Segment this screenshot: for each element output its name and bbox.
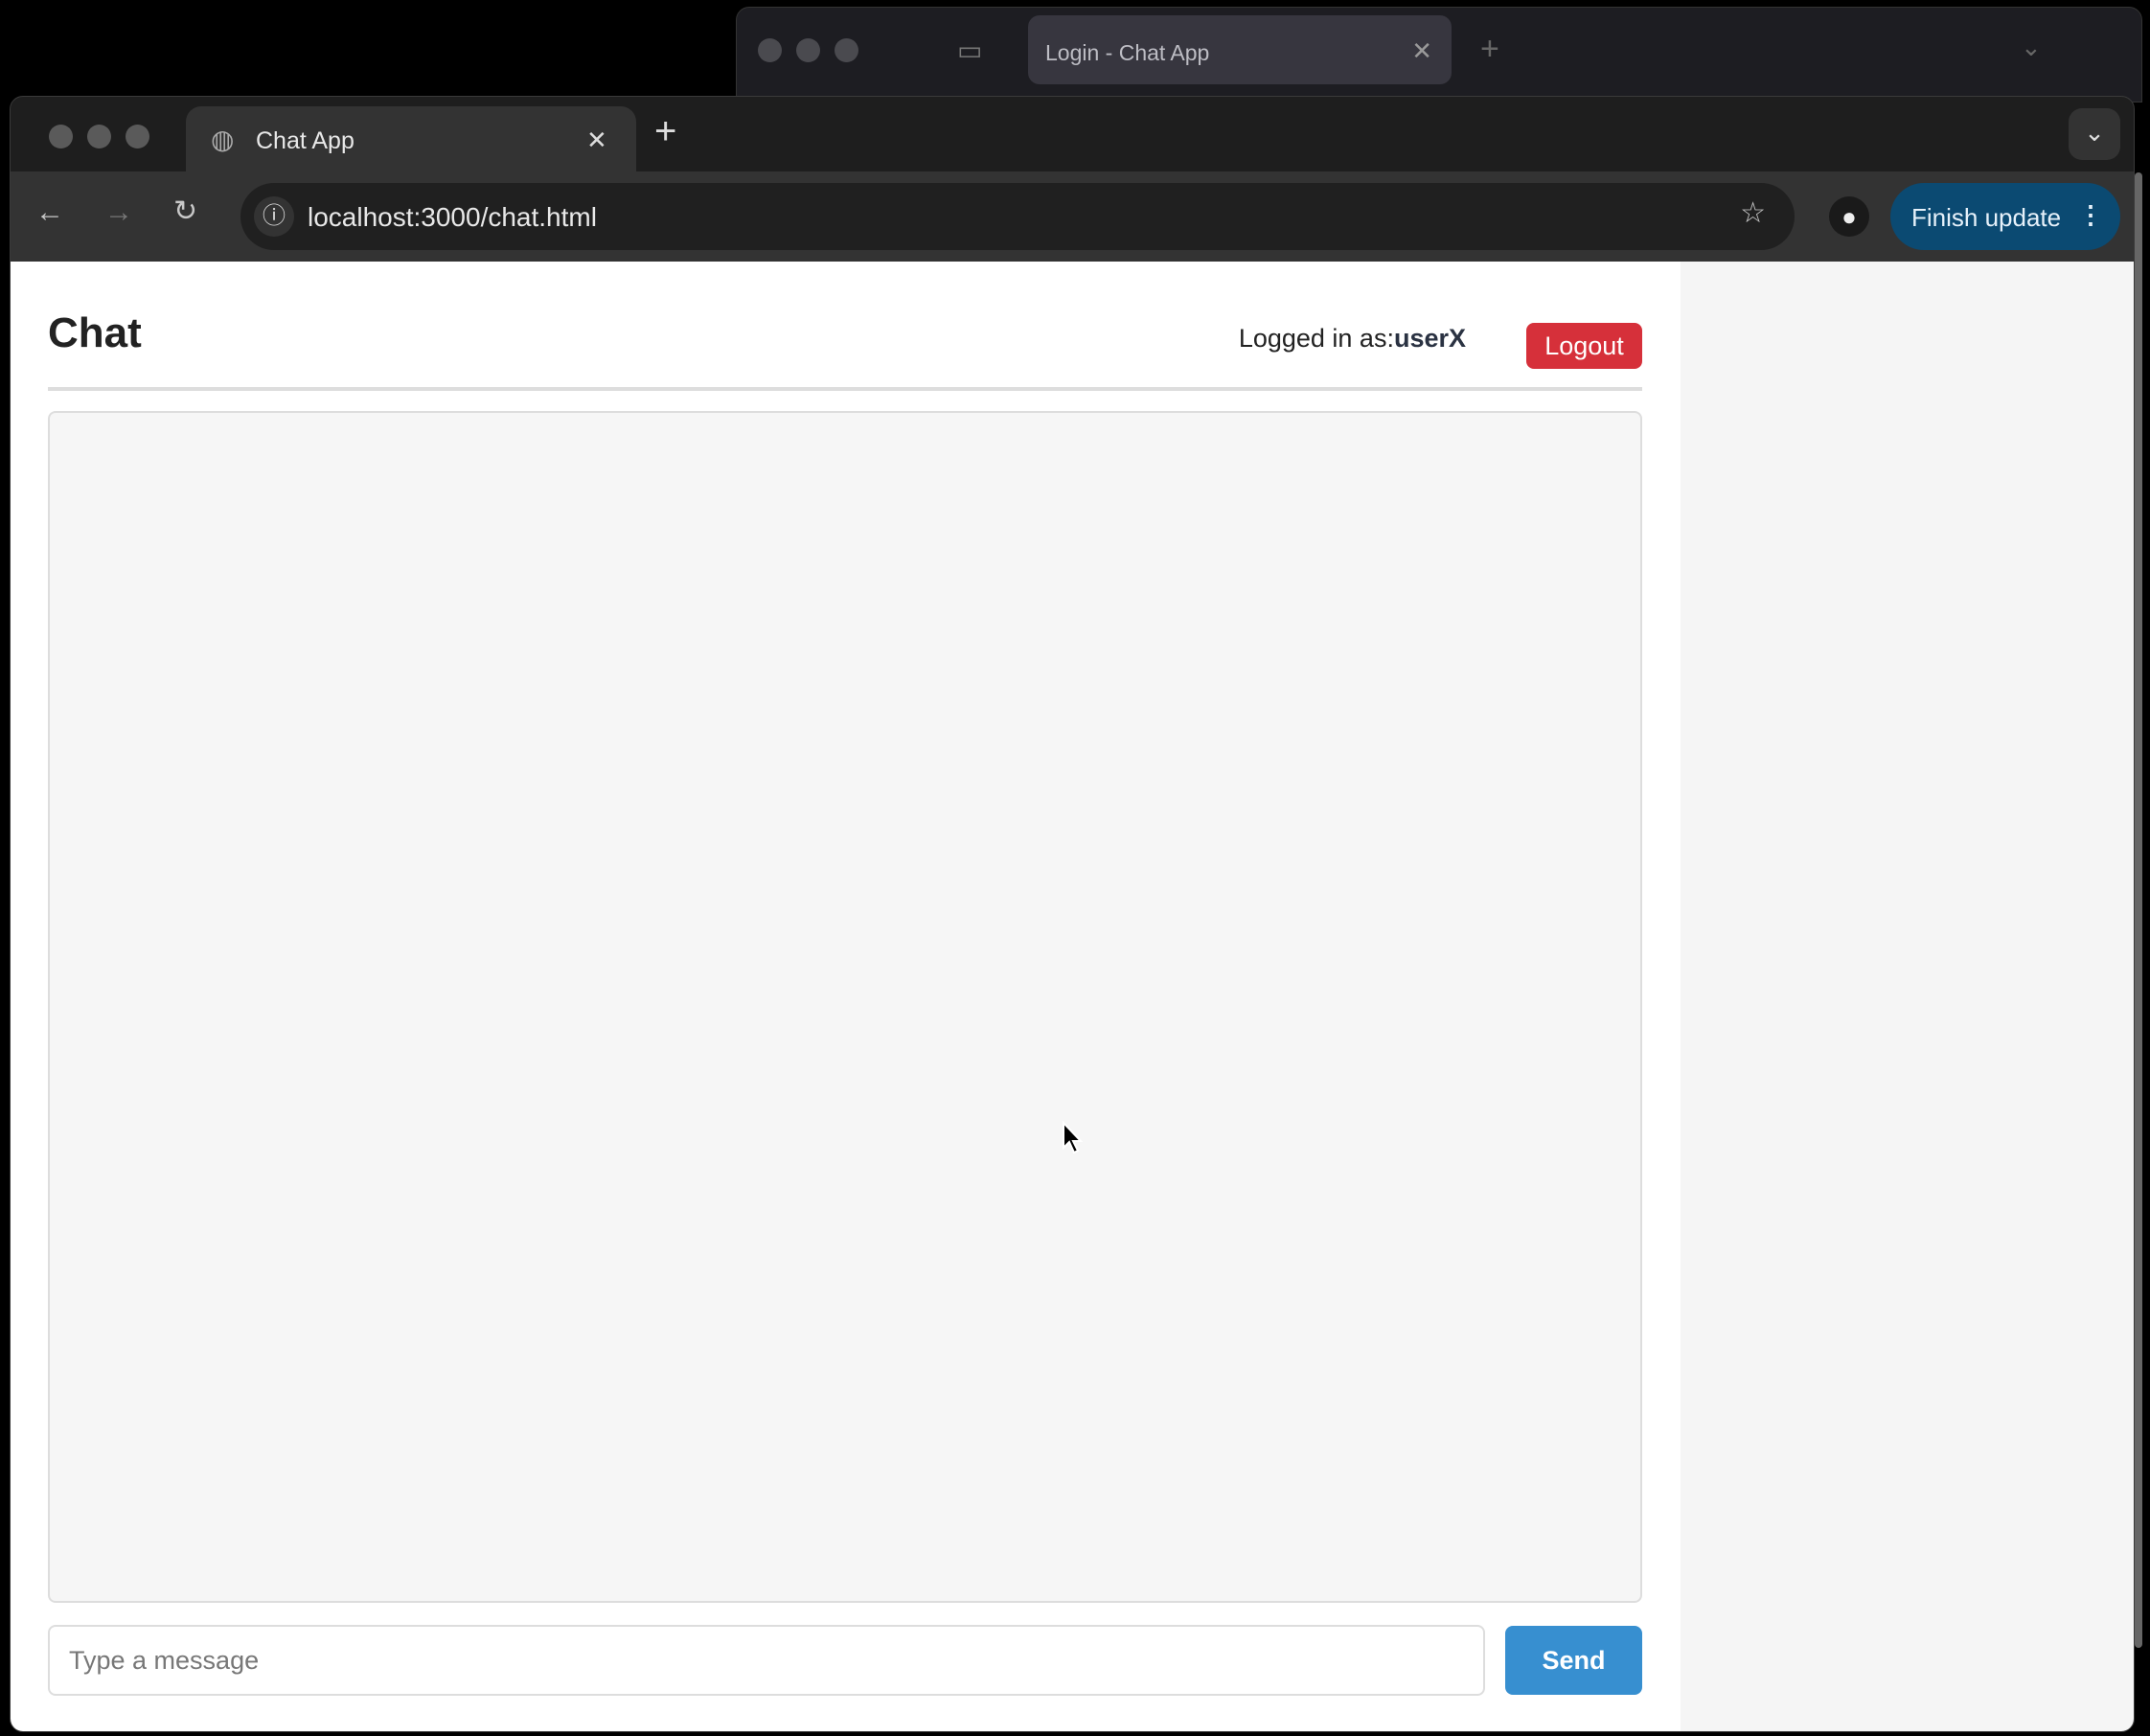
bookmark-star-icon[interactable]: ☆ <box>1740 196 1766 230</box>
new-tab-icon[interactable]: + <box>654 110 676 153</box>
mouse-cursor-icon <box>1063 1121 1084 1154</box>
globe-icon: ◍ <box>211 125 235 154</box>
forward-arrow-icon[interactable]: → <box>104 196 133 229</box>
logout-button[interactable]: Logout <box>1526 323 1642 369</box>
close-tab-icon[interactable]: ✕ <box>1411 36 1432 66</box>
background-browser-window[interactable]: ▭ Login - Chat App ✕ + ⌄ <box>736 7 2142 103</box>
tab-login[interactable]: Login - Chat App ✕ <box>1028 15 1452 84</box>
tab-search-chevron-icon[interactable]: ⌄ <box>2069 108 2120 160</box>
toolbar: ← → ↻ ⓘ localhost:3000/chat.html ☆ ● Fin… <box>11 171 2134 262</box>
back-arrow-icon[interactable]: ← <box>35 196 64 229</box>
new-tab-icon[interactable]: + <box>1480 31 1499 68</box>
divider <box>48 387 1642 391</box>
browser-window: ◍ Chat App ✕ + ⌄ ← → ↻ ⓘ localhost:3000/… <box>10 96 2135 1732</box>
finish-update-button[interactable]: Finish update ⋮ <box>1890 183 2120 250</box>
page-title: Chat <box>48 309 142 356</box>
profile-icon[interactable]: ● <box>1829 196 1869 237</box>
tab-group-icon[interactable]: ▭ <box>957 34 982 66</box>
maximize-dot[interactable] <box>835 38 858 62</box>
close-dot[interactable] <box>49 125 73 148</box>
close-dot[interactable] <box>758 38 782 62</box>
messages-container[interactable] <box>48 411 1642 1603</box>
side-area <box>1681 262 2134 1731</box>
address-bar[interactable]: ⓘ localhost:3000/chat.html ☆ <box>240 183 1795 250</box>
send-button[interactable]: Send <box>1505 1626 1642 1695</box>
tab-chat-app[interactable]: ◍ Chat App ✕ <box>186 106 636 173</box>
minimize-dot[interactable] <box>796 38 820 62</box>
page-content: Chat Logged in as:userX Logout Send <box>11 262 1681 1731</box>
minimize-dot[interactable] <box>87 125 111 148</box>
scrollbar[interactable] <box>2135 172 2142 1648</box>
chevron-down-icon[interactable]: ⌄ <box>2021 33 2042 62</box>
username: userX <box>1393 324 1466 353</box>
maximize-dot[interactable] <box>126 125 149 148</box>
logged-in-status: Logged in as:userX <box>1238 324 1466 353</box>
close-tab-icon[interactable]: ✕ <box>586 126 607 155</box>
reload-icon[interactable]: ↻ <box>173 194 197 228</box>
more-vert-icon[interactable]: ⋮ <box>2078 200 2103 230</box>
site-info-icon[interactable]: ⓘ <box>254 196 294 237</box>
message-input[interactable] <box>48 1625 1485 1696</box>
